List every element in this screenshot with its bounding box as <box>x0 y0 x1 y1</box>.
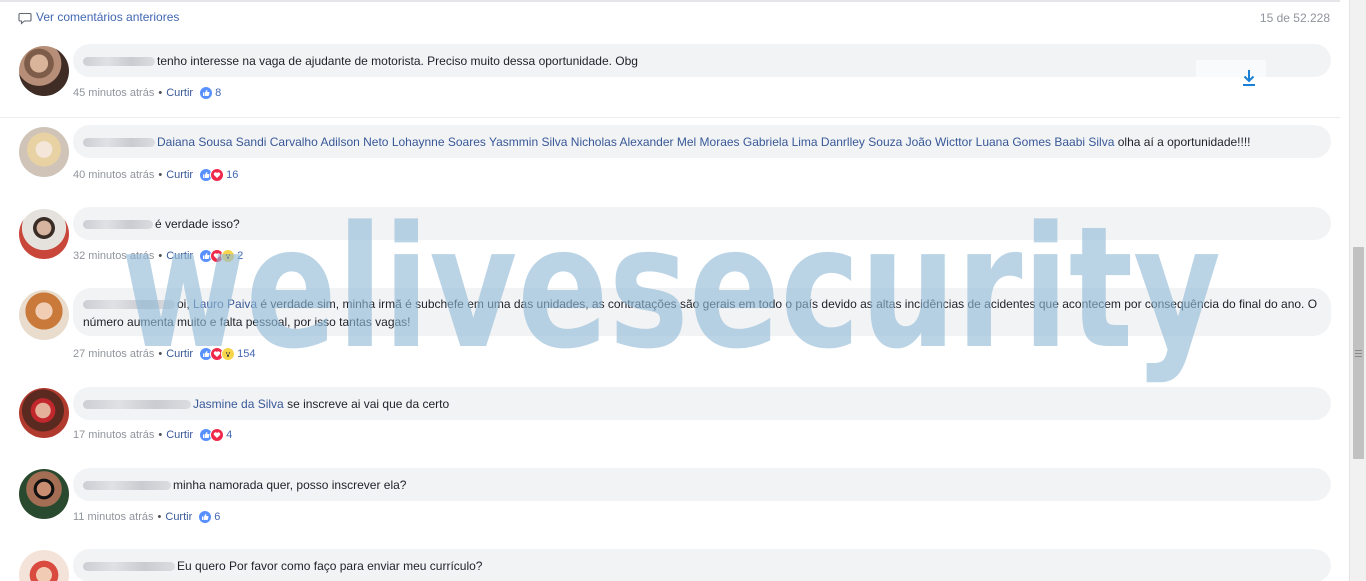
previous-comments-link[interactable]: Ver comentários anteriores <box>18 8 179 25</box>
divider <box>0 117 1340 118</box>
like-button[interactable]: Curtir <box>166 250 193 262</box>
avatar[interactable] <box>19 127 69 177</box>
author-name-blurred[interactable] <box>83 400 191 410</box>
reaction-count: 154 <box>237 348 256 360</box>
comment-text: Eu quero Por favor como faço para enviar… <box>177 559 483 573</box>
comment-text: olha aí a oportunidade!!!! <box>1117 135 1251 149</box>
avatar[interactable] <box>19 388 69 438</box>
comment-bubble: Jasmine da Silva se inscreve ai vai que … <box>73 387 1331 420</box>
download-button[interactable] <box>1234 63 1264 93</box>
avatar[interactable] <box>19 46 69 96</box>
author-name-blurred[interactable] <box>83 481 171 491</box>
comment-bubble: Eu quero Por favor como faço para enviar… <box>73 549 1331 581</box>
like-button[interactable]: Curtir <box>166 348 193 360</box>
wow-reaction-icon <box>221 347 236 361</box>
comment-text: se inscreve ai vai que da certo <box>287 397 450 411</box>
comment-meta: 27 minutos atrás • Curtir 154 <box>73 347 256 361</box>
like-button[interactable]: Curtir <box>166 169 193 181</box>
reaction-count: 16 <box>226 169 239 181</box>
comment-text: tenho interesse na vaga de ajudante de m… <box>157 54 638 68</box>
comment-time[interactable]: 27 minutos atrás <box>73 348 154 360</box>
like-button[interactable]: Curtir <box>166 87 193 99</box>
comment-bubble: tenho interesse na vaga de ajudante de m… <box>73 44 1331 77</box>
wow-reaction-icon <box>221 249 236 263</box>
grip-icon <box>1355 349 1362 357</box>
comment-time[interactable]: 40 minutos atrás <box>73 169 154 181</box>
reaction-count: 8 <box>215 87 222 99</box>
comment-meta: 17 minutos atrás • Curtir 4 <box>73 428 233 442</box>
comment-bubble: minha namorada quer, posso inscrever ela… <box>73 468 1331 501</box>
reaction-count: 6 <box>214 511 221 523</box>
comment-time[interactable]: 45 minutos atrás <box>73 87 154 99</box>
comment-text: é verdade sim, minha irmã é subchefe em … <box>83 297 1318 329</box>
like-button[interactable]: Curtir <box>165 511 192 523</box>
comment-time[interactable]: 17 minutos atrás <box>73 429 154 441</box>
like-reaction-icon <box>198 510 213 524</box>
comment-time[interactable]: 11 minutos atrás <box>73 511 154 523</box>
love-reaction-icon <box>210 428 225 442</box>
reaction-count: 2 <box>237 250 244 262</box>
like-reaction-icon <box>199 86 214 100</box>
reaction-count: 4 <box>226 429 233 441</box>
scrollbar[interactable] <box>1349 0 1366 581</box>
scrollbar-thumb[interactable] <box>1353 247 1364 459</box>
comment-bubble-icon <box>18 12 32 25</box>
comment-meta: 11 minutos atrás • Curtir 6 <box>73 510 221 524</box>
comment-meta: 45 minutos atrás • Curtir 8 <box>73 86 222 100</box>
comment-bubble: Daiana Sousa Sandi Carvalho Adilson Neto… <box>73 125 1331 158</box>
reactions[interactable]: 154 <box>199 347 255 361</box>
comment-text: minha namorada quer, posso inscrever ela… <box>173 478 407 492</box>
comment-bubble: oi, Lauro Paiva é verdade sim, minha irm… <box>73 288 1331 336</box>
reactions[interactable]: 6 <box>198 510 220 524</box>
download-icon <box>1243 70 1255 86</box>
comment-text-start: oi, <box>177 297 190 311</box>
comment-count: 15 de 52.228 <box>1259 11 1330 25</box>
tagged-users[interactable]: Daiana Sousa Sandi Carvalho Adilson Neto… <box>157 135 1114 149</box>
author-name-blurred[interactable] <box>83 562 175 572</box>
top-divider <box>0 0 1340 2</box>
tagged-user[interactable]: Lauro Paiva <box>193 297 257 311</box>
comment-time[interactable]: 32 minutos atrás <box>73 250 154 262</box>
avatar[interactable] <box>19 290 69 340</box>
reactions[interactable]: 16 <box>199 168 238 182</box>
comment-bubble: é verdade isso? <box>73 207 1331 240</box>
comment-meta: 32 minutos atrás • Curtir 2 <box>73 249 244 263</box>
author-name-blurred[interactable] <box>83 300 175 310</box>
author-name-blurred[interactable] <box>83 138 155 148</box>
previous-comments-label[interactable]: Ver comentários anteriores <box>36 10 179 24</box>
love-reaction-icon <box>210 168 225 182</box>
comment-meta: 40 minutos atrás • Curtir 16 <box>73 168 239 182</box>
like-button[interactable]: Curtir <box>166 429 193 441</box>
comment-text: é verdade isso? <box>155 217 240 231</box>
reactions[interactable]: 8 <box>199 86 221 100</box>
tagged-user[interactable]: Jasmine da Silva <box>193 397 284 411</box>
avatar[interactable] <box>19 209 69 259</box>
author-name-blurred[interactable] <box>83 57 155 67</box>
avatar[interactable] <box>19 469 69 519</box>
reactions[interactable]: 2 <box>199 249 243 263</box>
reactions[interactable]: 4 <box>199 428 232 442</box>
author-name-blurred[interactable] <box>83 220 153 230</box>
avatar[interactable] <box>19 550 69 581</box>
